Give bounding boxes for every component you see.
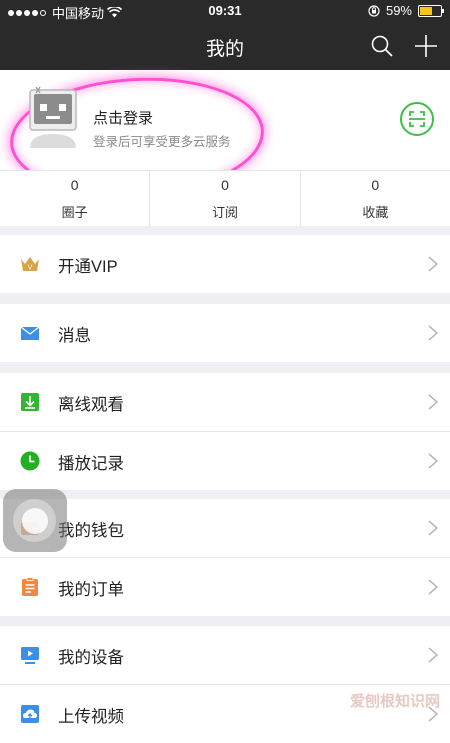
menu-group-devices: 我的设备 上传视频 <box>0 626 450 743</box>
stat-favorites[interactable]: 0 收藏 <box>301 171 450 226</box>
menu-item-label: 开通VIP <box>58 258 118 276</box>
menu-item-label: 我的设备 <box>58 649 124 667</box>
stat-label: 圈子 <box>61 205 88 220</box>
nav-bar: 我的 <box>0 22 450 70</box>
crown-icon: V <box>21 257 39 272</box>
download-icon <box>21 393 39 411</box>
menu-item-devices[interactable]: 我的设备 <box>0 626 450 685</box>
stat-count: 0 <box>371 177 380 193</box>
scan-icon <box>409 111 425 127</box>
chevron-right-icon <box>428 394 438 410</box>
add-icon[interactable] <box>414 34 438 58</box>
envelope-icon <box>20 326 40 340</box>
stat-count: 0 <box>221 177 229 193</box>
clipboard-icon <box>22 577 38 596</box>
stat-count: 0 <box>70 177 79 193</box>
menu-item-messages[interactable]: 消息 <box>0 304 450 362</box>
cloud-upload-icon <box>21 705 39 723</box>
menu-item-history[interactable]: 播放记录 <box>0 432 450 490</box>
stat-label: 收藏 <box>362 205 389 220</box>
menu-group-account: 我的钱包 我的订单 <box>0 499 450 616</box>
chevron-right-icon <box>428 647 438 663</box>
battery-percent: 59% <box>385 3 412 18</box>
avatar[interactable] <box>24 84 82 148</box>
menu-item-label: 我的订单 <box>58 581 124 599</box>
chevron-right-icon <box>428 579 438 595</box>
menu-item-label: 上传视频 <box>58 708 124 726</box>
battery-group: 59% <box>368 3 444 18</box>
stat-subscriptions[interactable]: 0 订阅 <box>150 171 301 226</box>
assistive-touch-button[interactable] <box>3 489 67 552</box>
menu-item-label: 消息 <box>58 327 91 345</box>
login-subtitle: 登录后可享受更多云服务 <box>93 135 231 149</box>
assistive-touch-core <box>22 508 48 534</box>
stat-circles[interactable]: 0 圈子 <box>0 171 151 226</box>
chevron-right-icon <box>428 325 438 341</box>
svg-text:V: V <box>28 265 33 272</box>
menu-item-label: 离线观看 <box>58 396 124 414</box>
menu-item-label: 播放记录 <box>58 455 124 473</box>
login-card[interactable]: 点击登录 登录后可享受更多云服务 <box>0 70 450 203</box>
chevron-right-icon <box>428 453 438 469</box>
chevron-right-icon <box>428 256 438 272</box>
chevron-right-icon <box>428 520 438 536</box>
stat-label: 订阅 <box>211 205 238 220</box>
menu-item-offline[interactable]: 离线观看 <box>0 373 450 432</box>
menu-item-vip[interactable]: V 开通VIP <box>0 235 450 293</box>
stats-bar: 0 圈子 0 订阅 0 收藏 <box>0 170 450 226</box>
menu-item-orders[interactable]: 我的订单 <box>0 558 450 616</box>
scan-button[interactable] <box>400 102 434 136</box>
watermark: 爱刨根知识网 <box>349 693 440 710</box>
status-bar: 中国移动 09:31 59% <box>0 0 450 22</box>
orientation-lock-icon <box>368 4 380 17</box>
menu-group-vip: V 开通VIP <box>0 235 450 293</box>
menu-group-playback: 离线观看 播放记录 <box>0 373 450 490</box>
menu-item-label: 我的钱包 <box>58 522 124 540</box>
menu-group-messages: 消息 <box>0 304 450 362</box>
menu-item-wallet[interactable]: 我的钱包 <box>0 499 450 558</box>
search-icon[interactable] <box>370 34 394 58</box>
login-title: 点击登录 <box>93 110 154 127</box>
clock-icon <box>20 451 40 471</box>
tv-icon <box>21 647 39 664</box>
battery-icon <box>418 4 444 17</box>
